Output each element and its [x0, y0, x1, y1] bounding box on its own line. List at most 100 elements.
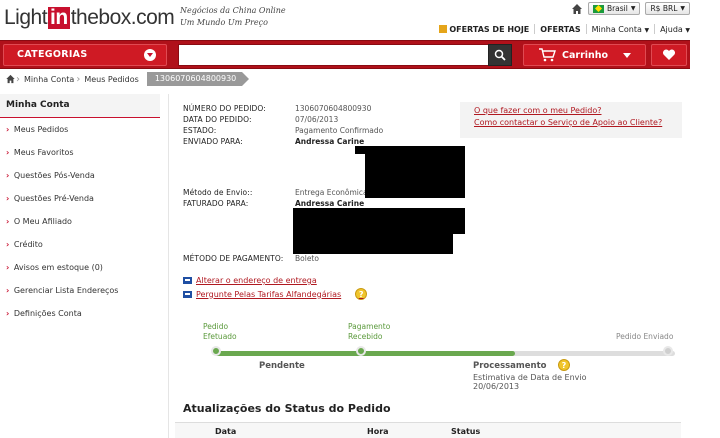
- chevron-right-icon: ›: [6, 309, 10, 318]
- order-box: NÚMERO DO PEDIDO: 1306070604800930 DATA …: [175, 100, 682, 400]
- nav-ofertas[interactable]: OFERTAS: [540, 25, 580, 34]
- logo-text-in: in: [48, 6, 70, 29]
- shipping-name: Andressa Carine: [295, 137, 365, 146]
- order-number-label: NÚMERO DO PEDIDO:: [183, 104, 266, 113]
- order-progress: Pedido Efetuado Pagamento Recebido Pedid…: [175, 318, 681, 398]
- brazil-flag-icon: [592, 4, 604, 13]
- country-select[interactable]: Brasil ▼: [587, 2, 641, 15]
- order-number-value: 1306070604800930: [295, 104, 372, 113]
- tagline-line-1: Negócios da China Online: [180, 6, 286, 15]
- status-table-header: Data Hora Status: [175, 422, 681, 438]
- order-date-value: 07/06/2013: [295, 115, 339, 124]
- currency-select[interactable]: R$ BRL ▼: [645, 2, 690, 15]
- search-input[interactable]: [178, 44, 489, 66]
- help-box: O que fazer com o meu Pedido? Como conta…: [460, 102, 682, 138]
- order-status-value: Pagamento Confirmado: [295, 126, 384, 135]
- order-detail-panel: NÚMERO DO PEDIDO: 1306070604800930 DATA …: [168, 94, 690, 438]
- question-icon[interactable]: ?: [355, 288, 368, 300]
- billing-name: Andressa Carine: [295, 199, 365, 208]
- billing-address-label: FATURADO PARA:: [183, 199, 249, 208]
- redacted-block: [355, 146, 385, 154]
- divider: [654, 24, 656, 34]
- sidebar-item-label: Definições Conta: [13, 309, 82, 318]
- order-date-label: DATA DO PEDIDO:: [183, 115, 252, 124]
- chevron-down-icon: ▼: [685, 26, 690, 34]
- categorias-label: CATEGORIAS: [17, 49, 88, 60]
- chevron-down-icon: ▼: [644, 26, 650, 34]
- sidebar-item-meus-pedidos[interactable]: › Meus Pedidos: [0, 118, 160, 141]
- sidebar-item-definicoes[interactable]: › Definições Conta: [0, 302, 160, 325]
- chevron-right-icon: ›: [6, 125, 10, 134]
- chevron-right-icon: ›: [6, 171, 10, 180]
- cart-button[interactable]: Carrinho: [523, 44, 646, 66]
- chevron-right-icon: ›: [6, 194, 10, 203]
- redacted-billing-address-2: [293, 230, 453, 254]
- breadcrumb-current: 1306070604800930: [146, 72, 250, 86]
- divider: [534, 24, 536, 34]
- step-label-line: Recebido: [348, 332, 383, 341]
- tagline-line-2: Um Mundo Um Preço: [180, 18, 268, 27]
- arrow-right-icon: [183, 290, 192, 298]
- main-nav-bar: CATEGORIAS Carrinho: [0, 40, 690, 69]
- account-sidebar: Minha Conta › Meus Pedidos › Meus Favori…: [0, 94, 160, 438]
- shipping-method-label: Método de Envio::: [183, 188, 253, 197]
- question-icon[interactable]: ?: [558, 359, 570, 371]
- estimate-label: Estimativa de Data de Envio: [473, 373, 587, 382]
- step-label-line: Efetuado: [203, 332, 237, 341]
- phase-processamento: Processamento: [473, 361, 547, 371]
- breadcrumb-meus-pedidos[interactable]: Meus Pedidos: [76, 74, 145, 85]
- shipping-estimate: Estimativa de Data de Envio 20/06/2013: [473, 373, 587, 391]
- home-icon[interactable]: [571, 3, 583, 15]
- sidebar-item-enderecos[interactable]: › Gerenciar Lista Endereços: [0, 279, 160, 302]
- help-link-support[interactable]: Como contactar o Serviço de Apoio ao Cli…: [474, 117, 668, 129]
- phase-pendente: Pendente: [259, 361, 305, 371]
- order-status-label: ESTADO:: [183, 126, 217, 135]
- progress-dot: [663, 346, 673, 356]
- chevron-right-icon: ›: [6, 286, 10, 295]
- site-logo[interactable]: Light in thebox.com: [4, 6, 175, 30]
- change-address-label: Alterar o endereço de entrega: [196, 276, 317, 285]
- sidebar-item-label: Meus Pedidos: [13, 125, 69, 134]
- sidebar-item-questoes-pos-venda[interactable]: › Questões Pós-Venda: [0, 164, 160, 187]
- chevron-down-icon: [144, 49, 156, 61]
- search-icon: [494, 49, 506, 61]
- customs-fees-link[interactable]: Pergunte Pelas Tarifas Alfandegárias ?: [183, 288, 368, 300]
- chevron-right-icon: ›: [6, 148, 10, 157]
- chevron-right-icon: ›: [6, 217, 10, 226]
- column-status: Status: [451, 427, 481, 436]
- chevron-right-icon: ›: [6, 240, 10, 249]
- column-hora: Hora: [367, 427, 389, 436]
- nav-ajuda[interactable]: Ajuda ▼: [660, 25, 690, 34]
- sidebar-item-label: Questões Pré-Venda: [13, 194, 94, 203]
- arrow-right-icon: [183, 277, 192, 284]
- shipping-address-label: ENVIADO PARA:: [183, 137, 243, 146]
- step-pagamento-recebido: Pagamento Recebido: [348, 322, 390, 342]
- favorites-button[interactable]: [651, 44, 687, 66]
- nav-minha-conta[interactable]: Minha Conta ▼: [592, 25, 649, 34]
- top-right-controls: Brasil ▼ R$ BRL ▼: [571, 2, 690, 15]
- sidebar-item-meus-favoritos[interactable]: › Meus Favoritos: [0, 141, 160, 164]
- divider: [585, 24, 587, 34]
- change-address-link[interactable]: Alterar o endereço de entrega: [183, 276, 317, 285]
- status-updates-title: Atualizações do Status do Pedido: [183, 402, 391, 415]
- nav-ajuda-label: Ajuda: [660, 24, 683, 34]
- help-link-order[interactable]: O que fazer com o meu Pedido?: [474, 105, 668, 117]
- logo-text-right: thebox.com: [70, 6, 175, 29]
- breadcrumb-minha-conta[interactable]: Minha Conta: [16, 74, 80, 85]
- sidebar-item-questoes-pre-venda[interactable]: › Questões Pré-Venda: [0, 187, 160, 210]
- nav-ofertas-hoje[interactable]: OFERTAS DE HOJE: [449, 25, 529, 34]
- chevron-right-icon: ›: [6, 263, 10, 272]
- search-button[interactable]: [488, 44, 512, 66]
- heart-icon: [662, 49, 676, 60]
- chevron-down-icon: ▼: [680, 5, 685, 12]
- currency-label: R$ BRL: [650, 4, 678, 13]
- sidebar-item-avisos-estoque[interactable]: › Avisos em estoque (0): [0, 256, 160, 279]
- payment-method-label: MÉTODO DE PAGAMENTO:: [183, 254, 284, 263]
- column-data: Data: [215, 427, 237, 436]
- nav-minha-conta-label: Minha Conta: [591, 24, 642, 34]
- sidebar-item-afiliado[interactable]: › O Meu Afiliado: [0, 210, 160, 233]
- sidebar-item-credito[interactable]: › Crédito: [0, 233, 160, 256]
- categorias-button[interactable]: CATEGORIAS: [3, 44, 167, 66]
- tagline: Negócios da China Online Um Mundo Um Pre…: [180, 5, 286, 29]
- sidebar-item-label: Gerenciar Lista Endereços: [13, 286, 119, 295]
